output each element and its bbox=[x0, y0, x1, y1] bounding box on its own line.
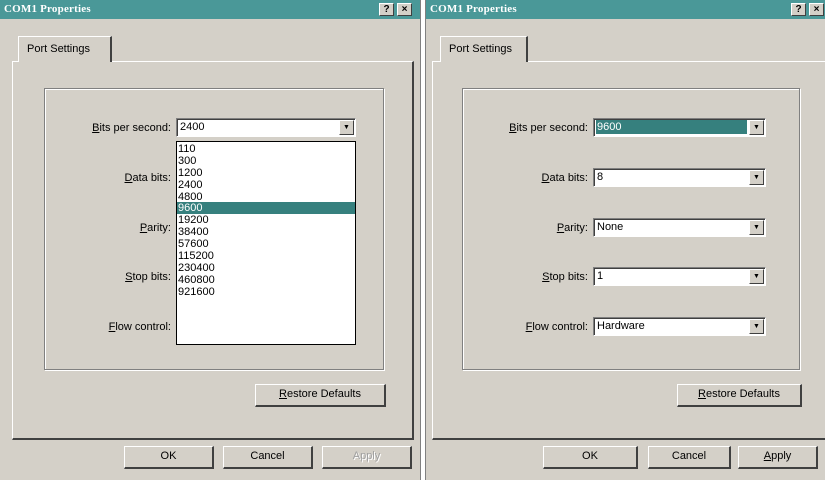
right-flow-control-label: Flow control: bbox=[525, 321, 588, 333]
right-parity-label: Parity: bbox=[556, 222, 588, 234]
listbox-option[interactable]: 921600 bbox=[177, 286, 355, 298]
right-parity-dropdown-arrow[interactable]: ▼ bbox=[749, 220, 764, 235]
listbox-option[interactable]: 300 bbox=[177, 155, 355, 167]
right-data-bits-dropdown-arrow[interactable]: ▼ bbox=[749, 170, 764, 185]
left-apply-button: Apply bbox=[322, 446, 412, 469]
left-cancel-button[interactable]: Cancel bbox=[223, 446, 313, 469]
left-tab-port-settings[interactable]: Port Settings bbox=[18, 36, 112, 62]
listbox-option[interactable]: 2400 bbox=[177, 179, 355, 191]
left-title: COM1 Properties bbox=[4, 3, 91, 15]
right-ok-button[interactable]: OK bbox=[543, 446, 638, 469]
listbox-option[interactable]: 38400 bbox=[177, 226, 355, 238]
right-tab-port-settings[interactable]: Port Settings bbox=[440, 36, 528, 62]
right-stop-bits-select[interactable]: 1 ▼ bbox=[593, 267, 766, 286]
right-bits-per-second-label: Bits per second: bbox=[509, 122, 588, 134]
right-parity-value: None bbox=[597, 221, 624, 233]
left-flow-control-label: Flow control: bbox=[108, 321, 171, 333]
left-bits-per-second-listbox[interactable]: 110 300 1200 2400 4800 9600 19200 38400 … bbox=[176, 141, 356, 345]
left-data-bits-label: Data bits: bbox=[124, 172, 171, 184]
right-title: COM1 Properties bbox=[430, 3, 517, 15]
left-dialog: COM1 Properties ? × Port Settings Bits p… bbox=[0, 0, 420, 480]
left-bits-per-second-value: 2400 bbox=[180, 121, 205, 133]
right-flow-control-dropdown-arrow[interactable]: ▼ bbox=[749, 319, 764, 334]
listbox-option[interactable]: 115200 bbox=[177, 250, 355, 262]
right-help-button[interactable]: ? bbox=[791, 3, 806, 16]
right-flow-control-select[interactable]: Hardware ▼ bbox=[593, 317, 766, 336]
right-flow-control-value: Hardware bbox=[597, 320, 645, 332]
listbox-option[interactable]: 230400 bbox=[177, 262, 355, 274]
left-tab-label: Port Settings bbox=[27, 43, 90, 55]
left-restore-defaults-button[interactable]: Restore Defaults bbox=[255, 384, 386, 407]
left-close-button[interactable]: × bbox=[397, 3, 412, 16]
left-help-button[interactable]: ? bbox=[379, 3, 394, 16]
left-bits-per-second-select[interactable]: 2400 ▼ bbox=[176, 118, 356, 137]
right-cancel-button[interactable]: Cancel bbox=[648, 446, 731, 469]
right-stop-bits-dropdown-arrow[interactable]: ▼ bbox=[749, 269, 764, 284]
right-stop-bits-value: 1 bbox=[597, 270, 604, 282]
left-parity-label: Parity: bbox=[139, 222, 171, 234]
right-titlebar[interactable]: COM1 Properties ? × bbox=[426, 0, 825, 19]
left-titlebar[interactable]: COM1 Properties ? × bbox=[0, 0, 420, 19]
listbox-option[interactable]: 110 bbox=[177, 143, 355, 155]
right-parity-select[interactable]: None ▼ bbox=[593, 218, 766, 237]
listbox-option[interactable]: 19200 bbox=[177, 214, 355, 226]
listbox-option-highlighted[interactable]: 9600 bbox=[177, 202, 355, 214]
right-tab-label: Port Settings bbox=[449, 43, 512, 55]
listbox-option[interactable]: 1200 bbox=[177, 167, 355, 179]
right-apply-button[interactable]: Apply bbox=[738, 446, 818, 469]
right-bits-per-second-select[interactable]: 9600 ▼ bbox=[593, 118, 766, 137]
right-stop-bits-label: Stop bits: bbox=[542, 271, 588, 283]
left-bits-per-second-dropdown-arrow[interactable]: ▼ bbox=[339, 120, 354, 135]
right-dialog: COM1 Properties ? × Port Settings Bits p… bbox=[426, 0, 825, 480]
listbox-option[interactable]: 460800 bbox=[177, 274, 355, 286]
left-bits-per-second-label: Bits per second: bbox=[92, 122, 171, 134]
left-ok-button[interactable]: OK bbox=[124, 446, 214, 469]
right-data-bits-select[interactable]: 8 ▼ bbox=[593, 168, 766, 187]
listbox-option[interactable]: 57600 bbox=[177, 238, 355, 250]
right-bits-per-second-value: 9600 bbox=[596, 120, 747, 134]
right-data-bits-value: 8 bbox=[597, 171, 604, 183]
right-restore-defaults-button[interactable]: Restore Defaults bbox=[677, 384, 802, 407]
right-data-bits-label: Data bits: bbox=[541, 172, 588, 184]
left-stop-bits-label: Stop bits: bbox=[125, 271, 171, 283]
right-bits-per-second-dropdown-arrow[interactable]: ▼ bbox=[749, 120, 764, 135]
listbox-option[interactable]: 4800 bbox=[177, 191, 355, 203]
right-close-button[interactable]: × bbox=[809, 3, 824, 16]
